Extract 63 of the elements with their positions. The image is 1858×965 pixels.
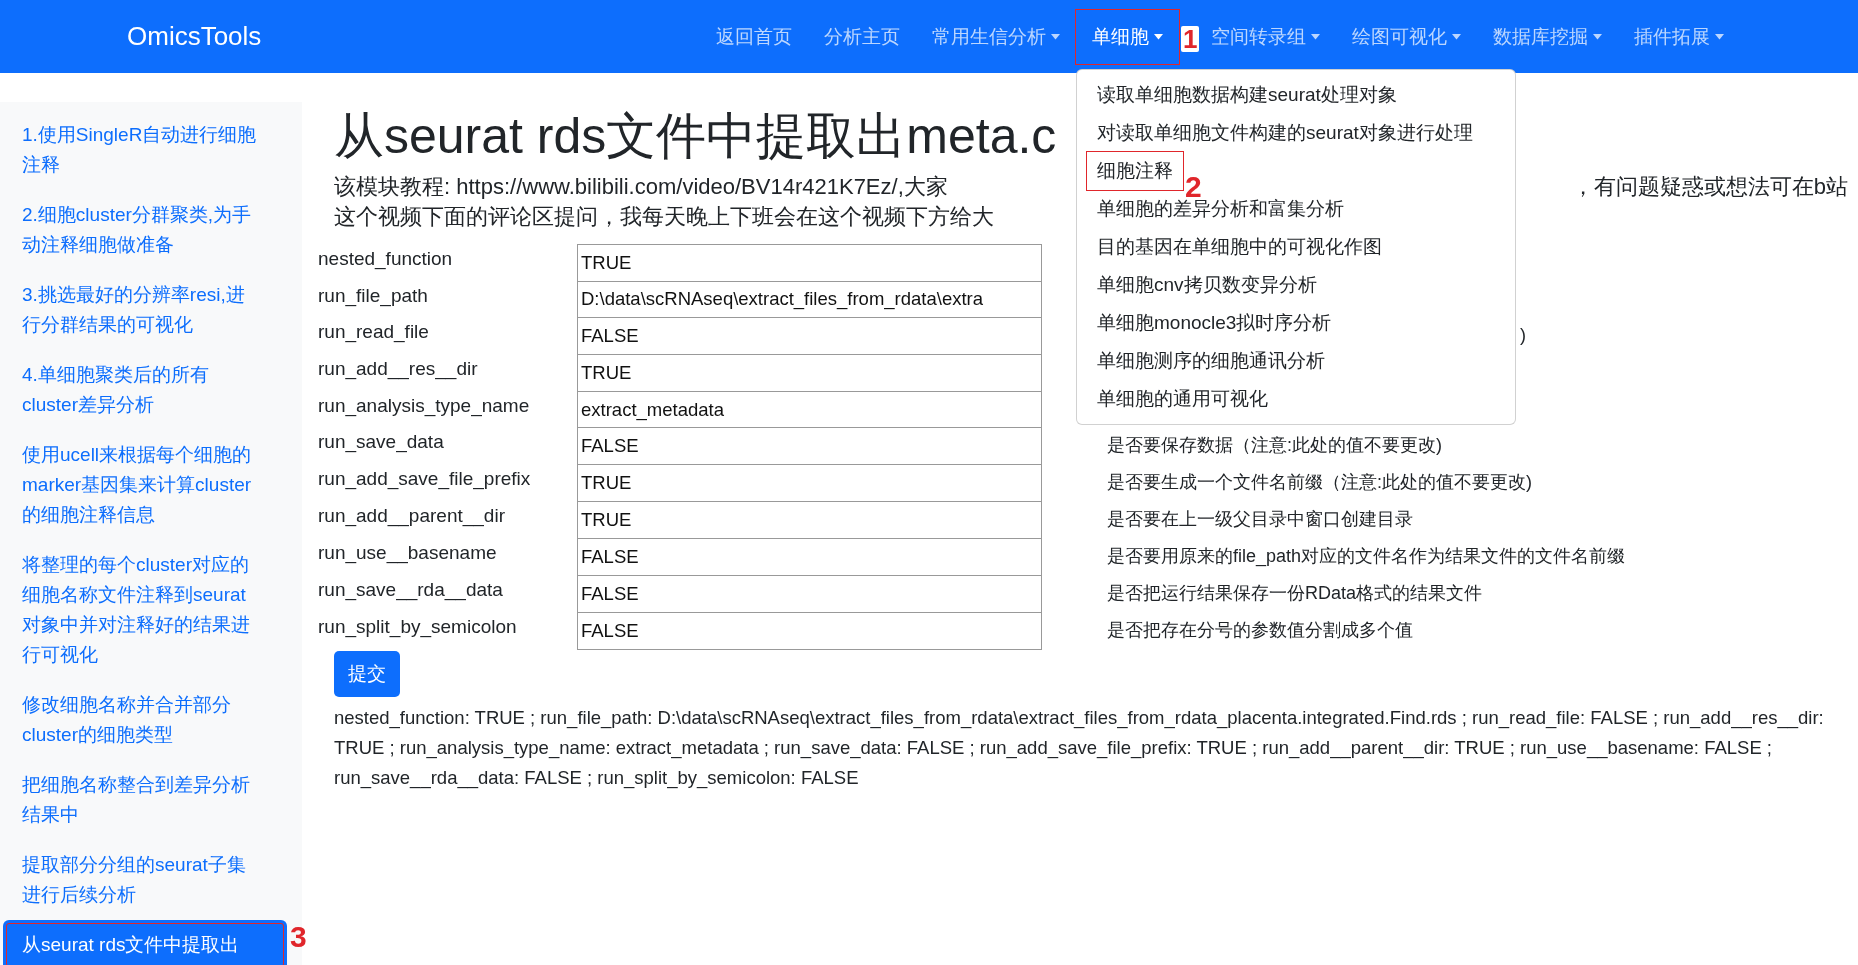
brand-link[interactable]: OmicsTools — [127, 21, 262, 52]
caret-icon — [1593, 33, 1602, 40]
param-label: run_use__basename — [318, 541, 498, 566]
sidebar-item[interactable]: 4.单细胞聚类后的所有cluster差异分析 — [3, 350, 287, 430]
param-label: run_file_path — [318, 283, 429, 309]
param-label: run_add__parent__dir — [318, 504, 506, 529]
menu-item[interactable]: 细胞注释 — [1087, 151, 1183, 190]
caret-icon — [1311, 33, 1320, 40]
caret-icon — [1715, 33, 1724, 40]
sidebar-item[interactable]: 从seurat rds文件中提取出 — [3, 920, 287, 965]
param-input[interactable]: FALSE — [577, 575, 1042, 613]
param-label: run_read_file — [318, 320, 430, 345]
menu-item[interactable]: 单细胞测序的细胞通讯分析 — [1087, 341, 1335, 380]
sidebar-item[interactable]: 使用ucell来根据每个细胞的marker基因集来计算cluster的细胞注释信息 — [3, 430, 287, 540]
param-label: run_save_data — [318, 430, 445, 455]
caret-icon — [1452, 33, 1461, 40]
param-input[interactable]: TRUE — [577, 464, 1042, 502]
param-input[interactable]: FALSE — [577, 427, 1042, 465]
menu-item[interactable]: 单细胞monocle3拟时序分析 — [1087, 303, 1342, 342]
submit-button[interactable]: 提交 — [334, 651, 400, 698]
param-description: ) — [1520, 324, 1527, 348]
sidebar-item[interactable]: 1.使用SingleR自动进行细胞注释 — [3, 110, 287, 190]
param-input[interactable]: FALSE — [577, 317, 1042, 355]
param-input[interactable]: TRUE — [577, 244, 1042, 282]
menu-item[interactable]: 读取单细胞数据构建seurat处理对象 — [1087, 75, 1407, 114]
description-text: ，有问题疑惑或想法可在b站 — [1571, 173, 1848, 201]
menu-item[interactable]: 对读取单细胞文件构建的seurat对象进行处理 — [1087, 113, 1483, 152]
page-title: 从seurat rds文件中提取出meta.c — [334, 107, 1057, 166]
param-input[interactable]: extract_metadata — [577, 390, 1042, 429]
param-label: run_add_save_file_prefix — [318, 467, 532, 492]
param-input[interactable]: TRUE — [577, 354, 1042, 392]
param-label: nested_function — [318, 247, 454, 272]
param-description: 是否把运行结果保存一份RData格式的结果文件 — [1107, 582, 1484, 606]
annotation-number: 1 — [1181, 25, 1200, 52]
description-text: 该模块教程: https://www.bilibili.com/video/BV14r421K7Ez/,大家 — [334, 173, 948, 201]
menu-item[interactable]: 单细胞的通用可视化 — [1087, 379, 1278, 418]
param-label: run_add__res__dir — [318, 357, 479, 382]
param-label: run_analysis_type_name — [318, 393, 531, 419]
description-text: 这个视频下面的评论区提问，我每天晚上下班会在这个视频下方给大 — [334, 203, 994, 231]
param-description: 是否把存在分号的参数值分割成多个值 — [1107, 619, 1414, 643]
sidebar-item[interactable]: 3.挑选最好的分辨率resi,进行分群结果的可视化 — [3, 270, 287, 350]
nav-link[interactable]: 单细胞 — [1076, 9, 1179, 64]
sidebar-item[interactable]: 把细胞名称整合到差异分析结果中 — [3, 760, 287, 840]
menu-item[interactable]: 目的基因在单细胞中的可视化作图 — [1087, 227, 1392, 266]
param-label: run_save__rda__data — [318, 578, 504, 603]
sidebar-item[interactable]: 将整理的每个cluster对应的细胞名称文件注释到seurat对象中并对注释好的结果进行可视化 — [3, 540, 287, 680]
param-description: 是否要生成一个文件名前缀（注意:此处的值不要更改) — [1107, 471, 1533, 495]
annotation-number: 3 — [290, 922, 307, 952]
caret-icon — [1051, 33, 1060, 40]
param-input[interactable]: FALSE — [577, 612, 1042, 650]
sidebar-item[interactable]: 提取部分分组的seurat子集进行后续分析 — [3, 840, 287, 920]
sidebar-item[interactable]: 修改细胞名称并合并部分cluster的细胞类型 — [3, 680, 287, 760]
param-input[interactable]: FALSE — [577, 538, 1042, 576]
param-description: 是否要保存数据（注意:此处的值不要更改) — [1107, 434, 1443, 458]
param-label: run_split_by_semicolon — [318, 615, 518, 640]
param-input[interactable]: D:\data\scRNAseq\extract_files_from_rdata\extra — [577, 280, 1042, 319]
caret-icon — [1154, 33, 1163, 40]
param-description: 是否要用原来的file_path对应的文件名作为结果文件的文件名前缀 — [1107, 545, 1627, 569]
param-input[interactable]: TRUE — [577, 501, 1042, 539]
sidebar-item[interactable]: 2.细胞cluster分群聚类,为手动注释细胞做准备 — [3, 190, 287, 270]
param-description: 是否要在上一级父目录中窗口创建目录 — [1107, 508, 1414, 532]
output-text: nested_function: TRUE ; run_file_path: D:\data\scRNAseq\extract_files_from_rdata\extract_files_from_rdata_placenta.integrated.Find.rds ; run_read_file: FALSE ; run_add__res__dir: TRUE ; run_analysis_type_name: extract_metadata ; run_save_data: FALSE ; run_add_save_file_prefix: TRUE ; run_add__parent__dir: TRUE ; run_use__basename: FALSE ; run_save__rda__data: FALSE ; run_split_by_semicolon: FALSE — [334, 706, 1825, 791]
menu-item[interactable]: 单细胞cnv拷贝数变异分析 — [1087, 265, 1327, 304]
